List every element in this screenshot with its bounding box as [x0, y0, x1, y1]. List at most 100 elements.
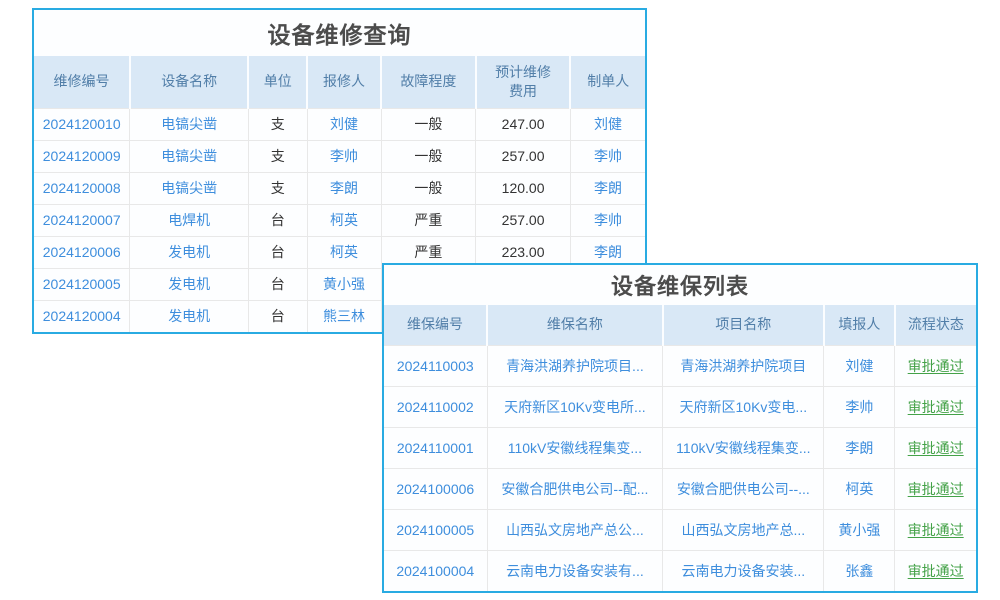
maintenance-cell-id[interactable]: 2024100006 [384, 468, 487, 509]
maintenance-cell-id[interactable]: 2024110002 [384, 386, 487, 427]
column-header-label: 项目名称 [715, 315, 771, 334]
column-header-label: 故障程度 [400, 72, 456, 91]
repair-cell-id[interactable]: 2024120006 [34, 236, 130, 268]
repair-cell-device[interactable]: 电镐尖凿 [130, 172, 249, 204]
repair-cell-device[interactable]: 发电机 [130, 268, 249, 300]
maintenance-cell-name[interactable]: 山西弘文房地产总公... [487, 509, 663, 550]
maintenance-panel-title: 设备维保列表 [384, 265, 976, 305]
maintenance-table-row: 2024100005山西弘文房地产总公...山西弘文房地产总...黄小强审批通过 [384, 509, 976, 550]
repair-cell-reporter[interactable]: 刘健 [307, 108, 381, 140]
maintenance-cell-id[interactable]: 2024100004 [384, 550, 487, 591]
repair-cell-device[interactable]: 电焊机 [130, 204, 249, 236]
repair-cell-unit: 台 [248, 300, 307, 332]
repair-cell-id[interactable]: 2024120010 [34, 108, 130, 140]
maintenance-cell-filler[interactable]: 柯英 [824, 468, 895, 509]
column-header-device: 设备名称 [130, 56, 249, 108]
maintenance-table-row: 2024100006安徽合肥供电公司--配...安徽合肥供电公司--...柯英审… [384, 468, 976, 509]
maintenance-table: 维保编号 维保名称 项目名称 填报人 流程状态 2024110003青海洪湖养护院项目.… [384, 305, 976, 591]
maintenance-cell-status[interactable]: 审批通过 [895, 509, 976, 550]
maintenance-cell-filler[interactable]: 黄小强 [824, 509, 895, 550]
maintenance-cell-status[interactable]: 审批通过 [895, 427, 976, 468]
repair-cell-id[interactable]: 2024120008 [34, 172, 130, 204]
repair-cell-unit: 台 [248, 268, 307, 300]
column-header-label: 设备名称 [161, 72, 217, 91]
column-header-severity: 故障程度 [381, 56, 476, 108]
repair-cell-unit: 台 [248, 204, 307, 236]
repair-cell-cost: 257.00 [476, 140, 571, 172]
repair-cell-reporter[interactable]: 柯英 [307, 204, 381, 236]
repair-cell-reporter[interactable]: 李帅 [307, 140, 381, 172]
maintenance-cell-name[interactable]: 安徽合肥供电公司--配... [487, 468, 663, 509]
maintenance-cell-status[interactable]: 审批通过 [895, 550, 976, 591]
repair-cell-creator[interactable]: 刘健 [570, 108, 645, 140]
maintenance-cell-project[interactable]: 云南电力设备安装... [663, 550, 824, 591]
repair-cell-creator[interactable]: 李帅 [570, 204, 645, 236]
maintenance-cell-name[interactable]: 云南电力设备安装有... [487, 550, 663, 591]
repair-cell-device[interactable]: 电镐尖凿 [130, 140, 249, 172]
repair-table-row: 2024120007电焊机台柯英严重257.00李帅 [34, 204, 645, 236]
maintenance-cell-name[interactable]: 天府新区10Kv变电所... [487, 386, 663, 427]
maintenance-cell-project[interactable]: 山西弘文房地产总... [663, 509, 824, 550]
maintenance-cell-project[interactable]: 110kV安徽线程集变... [663, 427, 824, 468]
repair-cell-id[interactable]: 2024120004 [34, 300, 130, 332]
column-header-name: 维保名称 [487, 305, 663, 345]
maintenance-header-row: 维保编号 维保名称 项目名称 填报人 流程状态 [384, 305, 976, 345]
repair-cell-unit: 台 [248, 236, 307, 268]
column-header-label: 制单人 [587, 72, 629, 91]
column-header-label: 流程状态 [908, 315, 964, 334]
maintenance-cell-status[interactable]: 审批通过 [895, 386, 976, 427]
repair-table-row: 2024120010电镐尖凿支刘健一般247.00刘健 [34, 108, 645, 140]
maintenance-cell-name[interactable]: 110kV安徽线程集变... [487, 427, 663, 468]
repair-cell-unit: 支 [248, 108, 307, 140]
maintenance-list-panel: 设备维保列表 维保编号维保名称项目名称填报人流程状态 2024110003青海洪… [382, 263, 978, 593]
maintenance-cell-id[interactable]: 2024110001 [384, 427, 487, 468]
maintenance-table-row: 2024110003青海洪湖养护院项目...青海洪湖养护院项目刘健审批通过 [384, 345, 976, 386]
repair-cell-device[interactable]: 发电机 [130, 236, 249, 268]
column-header-creator: 制单人 [570, 56, 645, 108]
repair-cell-device[interactable]: 电镐尖凿 [130, 108, 249, 140]
repair-cell-cost: 120.00 [476, 172, 571, 204]
column-header-unit: 单位 [248, 56, 307, 108]
repair-cell-creator[interactable]: 李帅 [570, 140, 645, 172]
column-header-label: 单位 [264, 72, 292, 91]
maintenance-cell-id[interactable]: 2024110003 [384, 345, 487, 386]
column-header-label: 维保编号 [407, 315, 463, 334]
repair-cell-reporter[interactable]: 熊三林 [307, 300, 381, 332]
column-header-label: 报修人 [323, 72, 365, 91]
repair-cell-id[interactable]: 2024120007 [34, 204, 130, 236]
column-header-label: 填报人 [838, 315, 880, 334]
column-header-filler: 填报人 [824, 305, 895, 345]
repair-cell-device[interactable]: 发电机 [130, 300, 249, 332]
maintenance-table-row: 2024110002天府新区10Kv变电所...天府新区10Kv变电...李帅审… [384, 386, 976, 427]
repair-table-row: 2024120008电镐尖凿支李朗一般120.00李朗 [34, 172, 645, 204]
column-header-cost: 预计维修费用 [476, 56, 571, 108]
maintenance-table-row: 2024110001110kV安徽线程集变...110kV安徽线程集变...李朗… [384, 427, 976, 468]
maintenance-cell-filler[interactable]: 张鑫 [824, 550, 895, 591]
repair-cell-cost: 247.00 [476, 108, 571, 140]
repair-table-row: 2024120009电镐尖凿支李帅一般257.00李帅 [34, 140, 645, 172]
repair-cell-reporter[interactable]: 柯英 [307, 236, 381, 268]
repair-cell-id[interactable]: 2024120009 [34, 140, 130, 172]
maintenance-cell-status[interactable]: 审批通过 [895, 345, 976, 386]
repair-cell-severity: 一般 [381, 108, 476, 140]
column-header-status: 流程状态 [895, 305, 976, 345]
maintenance-cell-filler[interactable]: 刘健 [824, 345, 895, 386]
repair-cell-creator[interactable]: 李朗 [570, 172, 645, 204]
maintenance-cell-id[interactable]: 2024100005 [384, 509, 487, 550]
maintenance-cell-name[interactable]: 青海洪湖养护院项目... [487, 345, 663, 386]
repair-cell-id[interactable]: 2024120005 [34, 268, 130, 300]
repair-cell-reporter[interactable]: 李朗 [307, 172, 381, 204]
column-header-project: 项目名称 [663, 305, 824, 345]
repair-cell-severity: 一般 [381, 140, 476, 172]
maintenance-cell-filler[interactable]: 李帅 [824, 386, 895, 427]
repair-cell-unit: 支 [248, 172, 307, 204]
column-header-label: 维修编号 [53, 72, 109, 91]
maintenance-cell-filler[interactable]: 李朗 [824, 427, 895, 468]
maintenance-cell-project[interactable]: 安徽合肥供电公司--... [663, 468, 824, 509]
repair-cell-reporter[interactable]: 黄小强 [307, 268, 381, 300]
maintenance-cell-project[interactable]: 天府新区10Kv变电... [663, 386, 824, 427]
maintenance-cell-status[interactable]: 审批通过 [895, 468, 976, 509]
column-header-id: 维保编号 [384, 305, 487, 345]
repair-cell-severity: 严重 [381, 204, 476, 236]
maintenance-cell-project[interactable]: 青海洪湖养护院项目 [663, 345, 824, 386]
